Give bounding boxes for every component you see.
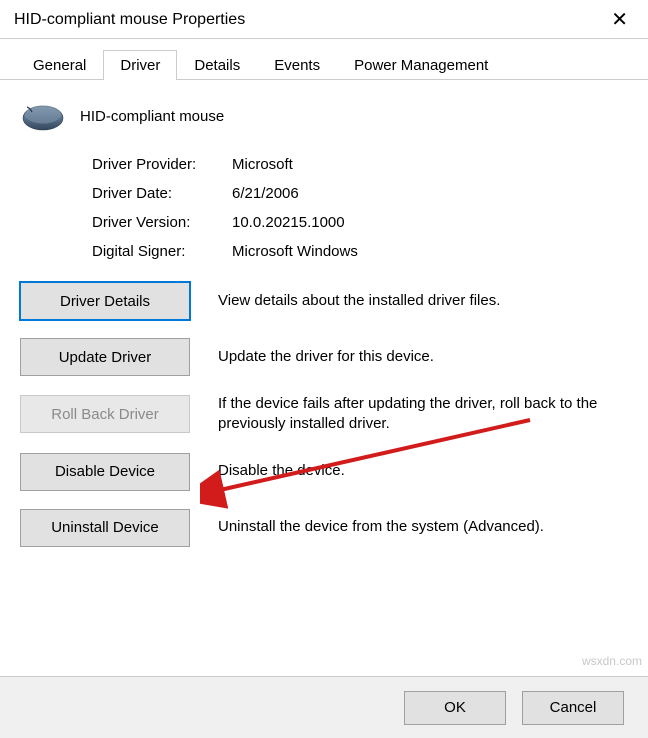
roll-back-driver-desc: If the device fails after updating the d…	[218, 394, 628, 435]
cancel-button[interactable]: Cancel	[522, 691, 624, 725]
titlebar: HID-compliant mouse Properties ✕	[0, 0, 648, 39]
date-value: 6/21/2006	[232, 185, 299, 202]
version-label: Driver Version:	[92, 214, 232, 231]
signer-label: Digital Signer:	[92, 243, 232, 260]
driver-info: Driver Provider: Microsoft Driver Date: …	[92, 156, 628, 260]
tab-details[interactable]: Details	[177, 50, 257, 80]
disable-device-button[interactable]: Disable Device	[20, 453, 190, 491]
update-driver-desc: Update the driver for this device.	[218, 347, 628, 367]
date-label: Driver Date:	[92, 185, 232, 202]
watermark: wsxdn.com	[582, 654, 642, 668]
provider-label: Driver Provider:	[92, 156, 232, 173]
close-icon[interactable]: ✕	[603, 6, 636, 34]
signer-value: Microsoft Windows	[232, 243, 358, 260]
mouse-icon	[20, 98, 66, 134]
ok-button[interactable]: OK	[404, 691, 506, 725]
roll-back-driver-button: Roll Back Driver	[20, 395, 190, 433]
tab-events[interactable]: Events	[257, 50, 337, 80]
disable-device-desc: Disable the device.	[218, 461, 628, 481]
tab-power-management[interactable]: Power Management	[337, 50, 505, 80]
tab-strip: General Driver Details Events Power Mana…	[0, 39, 648, 80]
tab-general[interactable]: General	[16, 50, 103, 80]
uninstall-device-button[interactable]: Uninstall Device	[20, 509, 190, 547]
tab-content: HID-compliant mouse Driver Provider: Mic…	[0, 80, 648, 557]
device-header: HID-compliant mouse	[20, 98, 628, 134]
driver-details-desc: View details about the installed driver …	[218, 291, 628, 311]
device-name: HID-compliant mouse	[80, 108, 224, 125]
provider-value: Microsoft	[232, 156, 293, 173]
update-driver-button[interactable]: Update Driver	[20, 338, 190, 376]
uninstall-device-desc: Uninstall the device from the system (Ad…	[218, 517, 628, 537]
version-value: 10.0.20215.1000	[232, 214, 345, 231]
tab-driver[interactable]: Driver	[103, 50, 177, 80]
driver-actions: Driver Details View details about the in…	[20, 282, 628, 547]
driver-details-button[interactable]: Driver Details	[20, 282, 190, 320]
dialog-buttons: OK Cancel	[0, 676, 648, 738]
window-title: HID-compliant mouse Properties	[14, 11, 245, 29]
